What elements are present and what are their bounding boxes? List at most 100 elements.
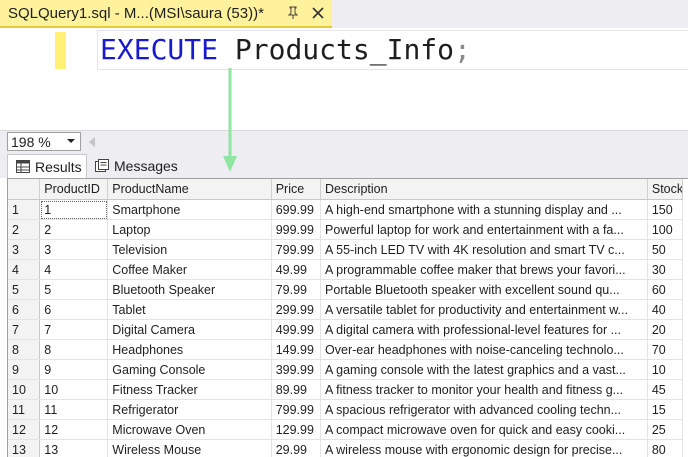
column-header-productid[interactable]: ProductID — [39, 179, 109, 200]
cell-stock[interactable]: 45 — [647, 379, 684, 400]
row-number[interactable]: 1 — [8, 199, 41, 220]
cell-productname[interactable]: Coffee Maker — [107, 259, 272, 280]
tab-results[interactable]: Results — [7, 154, 87, 178]
cell-productname[interactable]: Television — [107, 239, 272, 260]
table-row[interactable]: 13 13 Wireless Mouse 29.99 A wireless mouse … — [8, 439, 684, 457]
chevron-down-icon[interactable] — [65, 135, 77, 147]
cell-price[interactable]: 49.99 — [271, 259, 322, 280]
table-row[interactable]: 10 10 Fitness Tracker 89.99 A fitness tracke… — [8, 379, 684, 400]
cell-price[interactable]: 129.99 — [271, 419, 322, 440]
cell-description[interactable]: A 55-inch LED TV with 4K resolution and … — [320, 239, 648, 260]
row-number[interactable]: 12 — [8, 419, 41, 440]
cell-price[interactable]: 399.99 — [271, 359, 322, 380]
cell-productid[interactable]: 10 — [39, 379, 109, 400]
cell-productname[interactable]: Tablet — [107, 299, 272, 320]
cell-productname[interactable]: Smartphone — [107, 199, 272, 220]
table-row[interactable]: 1 1 Smartphone 699.99 A high-end smartphone … — [8, 199, 684, 220]
column-header-stock[interactable]: Stock — [647, 179, 684, 200]
row-number[interactable]: 2 — [8, 219, 41, 240]
table-row[interactable]: 4 4 Coffee Maker 49.99 A programmable coffee… — [8, 259, 684, 280]
cell-productname[interactable]: Laptop — [107, 219, 272, 240]
cell-productid[interactable]: 13 — [39, 439, 109, 457]
cell-description[interactable]: Over-ear headphones with noise-canceling… — [320, 339, 648, 360]
row-number[interactable]: 10 — [8, 379, 41, 400]
cell-productid[interactable]: 5 — [39, 279, 109, 300]
cell-productname[interactable]: Digital Camera — [107, 319, 272, 340]
row-number[interactable]: 3 — [8, 239, 41, 260]
row-number[interactable]: 13 — [8, 439, 41, 457]
cell-stock[interactable]: 70 — [647, 339, 684, 360]
cell-stock[interactable]: 25 — [647, 419, 684, 440]
corner-header[interactable] — [8, 179, 41, 200]
row-number[interactable]: 11 — [8, 399, 41, 420]
cell-price[interactable]: 89.99 — [271, 379, 322, 400]
table-row[interactable]: 6 6 Tablet 299.99 A versatile tablet for pro… — [8, 299, 684, 320]
cell-productid[interactable]: 1 — [39, 199, 109, 220]
cell-stock[interactable]: 50 — [647, 239, 684, 260]
cell-description[interactable]: Portable Bluetooth speaker with excellen… — [320, 279, 648, 300]
cell-productname[interactable]: Bluetooth Speaker — [107, 279, 272, 300]
cell-productid[interactable]: 3 — [39, 239, 109, 260]
cell-description[interactable]: Powerful laptop for work and entertainme… — [320, 219, 648, 240]
cell-price[interactable]: 999.99 — [271, 219, 322, 240]
table-row[interactable]: 5 5 Bluetooth Speaker 79.99 Portable Bluetoo… — [8, 279, 684, 300]
column-header-description[interactable]: Description — [320, 179, 648, 200]
cell-stock[interactable]: 80 — [647, 439, 684, 457]
row-number[interactable]: 7 — [8, 319, 41, 340]
row-number[interactable]: 6 — [8, 299, 41, 320]
cell-description[interactable]: A gaming console with the latest graphic… — [320, 359, 648, 380]
cell-stock[interactable]: 10 — [647, 359, 684, 380]
cell-price[interactable]: 79.99 — [271, 279, 322, 300]
cell-price[interactable]: 29.99 — [271, 439, 322, 457]
table-row[interactable]: 9 9 Gaming Console 399.99 A gaming console w… — [8, 359, 684, 380]
tab-messages[interactable]: Messages — [90, 154, 184, 178]
close-icon[interactable] — [309, 4, 327, 22]
row-number[interactable]: 9 — [8, 359, 41, 380]
results-grid[interactable]: ProductID ProductName Price Description … — [7, 178, 688, 457]
column-header-productname[interactable]: ProductName — [107, 179, 272, 200]
cell-stock[interactable]: 150 — [647, 199, 684, 220]
cell-description[interactable]: A spacious refrigerator with advanced co… — [320, 399, 648, 420]
code-line[interactable]: EXECUTE Products_Info; — [100, 32, 471, 68]
table-row[interactable]: 3 3 Television 799.99 A 55-inch LED TV with … — [8, 239, 684, 260]
cell-productid[interactable]: 12 — [39, 419, 109, 440]
cell-productname[interactable]: Fitness Tracker — [107, 379, 272, 400]
cell-productid[interactable]: 6 — [39, 299, 109, 320]
zoom-select[interactable]: 198 % — [7, 132, 81, 151]
row-number[interactable]: 4 — [8, 259, 41, 280]
cell-description[interactable]: A compact microwave oven for quick and e… — [320, 419, 648, 440]
cell-stock[interactable]: 15 — [647, 399, 684, 420]
cell-productname[interactable]: Gaming Console — [107, 359, 272, 380]
cell-productname[interactable]: Microwave Oven — [107, 419, 272, 440]
cell-stock[interactable]: 40 — [647, 299, 684, 320]
cell-productid[interactable]: 2 — [39, 219, 109, 240]
row-number[interactable]: 5 — [8, 279, 41, 300]
cell-productid[interactable]: 4 — [39, 259, 109, 280]
cell-stock[interactable]: 30 — [647, 259, 684, 280]
query-editor[interactable]: EXECUTE Products_Info; — [0, 28, 688, 130]
cell-productname[interactable]: Refrigerator — [107, 399, 272, 420]
cell-price[interactable]: 699.99 — [271, 199, 322, 220]
cell-description[interactable]: A programmable coffee maker that brews y… — [320, 259, 648, 280]
cell-description[interactable]: A versatile tablet for productivity and … — [320, 299, 648, 320]
cell-productid[interactable]: 7 — [39, 319, 109, 340]
cell-description[interactable]: A digital camera with professional-level… — [320, 319, 648, 340]
column-header-price[interactable]: Price — [271, 179, 322, 200]
pin-icon[interactable] — [284, 4, 302, 22]
cell-productid[interactable]: 8 — [39, 339, 109, 360]
row-number[interactable]: 8 — [8, 339, 41, 360]
cell-price[interactable]: 299.99 — [271, 299, 322, 320]
cell-description[interactable]: A high-end smartphone with a stunning di… — [320, 199, 648, 220]
cell-stock[interactable]: 20 — [647, 319, 684, 340]
table-row[interactable]: 2 2 Laptop 999.99 Powerful laptop for work a… — [8, 219, 684, 240]
cell-productname[interactable]: Wireless Mouse — [107, 439, 272, 457]
cell-price[interactable]: 799.99 — [271, 399, 322, 420]
cell-description[interactable]: A wireless mouse with ergonomic design f… — [320, 439, 648, 457]
cell-productid[interactable]: 9 — [39, 359, 109, 380]
tab-sqlquery1[interactable]: SQLQuery1.sql - M...(MSI\saura (53))* — [0, 0, 332, 28]
table-row[interactable]: 12 12 Microwave Oven 129.99 A compact microw… — [8, 419, 684, 440]
cell-productid[interactable]: 11 — [39, 399, 109, 420]
cell-price[interactable]: 799.99 — [271, 239, 322, 260]
cell-stock[interactable]: 100 — [647, 219, 684, 240]
cell-stock[interactable]: 60 — [647, 279, 684, 300]
